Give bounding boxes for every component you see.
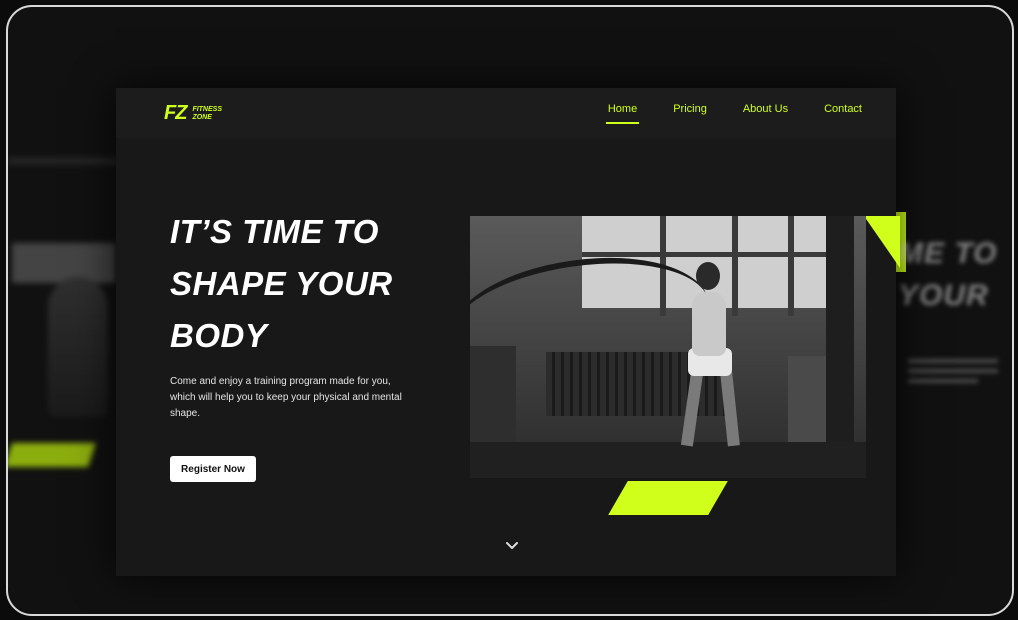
hero-description: Come and enjoy a training program made f… [170,376,402,419]
nav-item-contact[interactable]: Contact [824,103,862,115]
background-blurred-left [8,157,128,517]
background-headline-line1: ME TO [898,237,998,270]
nav-menu: Home Pricing About Us Contact [605,103,862,124]
brand-logo[interactable]: FZ FITNESS ZONE [164,102,222,125]
hero-headline: IT’S TIME TO SHAPE YOUR BODY [170,206,430,362]
logo-name-line2: ZONE [192,113,212,121]
nav-item-home[interactable]: Home [605,103,640,124]
landing-page-card: FZ FITNESS ZONE Home Pricing About Us Co… [116,88,900,576]
hero-headline-line2: SHAPE YOUR [170,265,393,302]
background-blurred-right: ME TO YOUR [898,207,1012,407]
hero-headline-line1: IT’S TIME TO [170,213,379,250]
logo-text: FITNESS ZONE [192,106,222,122]
nav-item-about-us[interactable]: About Us [743,103,788,115]
top-navigation: FZ FITNESS ZONE Home Pricing About Us Co… [116,88,896,138]
nav-item-pricing[interactable]: Pricing [673,103,707,115]
accent-shape-bottom [608,481,728,515]
background-headline-line2: YOUR [898,279,989,312]
hero-headline-line3: BODY [170,317,268,354]
register-now-button[interactable]: Register Now [170,456,256,482]
accent-shape-top [864,216,900,268]
chevron-down-icon[interactable] [505,540,519,552]
device-frame: ME TO YOUR FZ FITNESS ZONE Home Pricing … [6,5,1014,616]
logo-mark: FZ [164,102,187,124]
hero-photo [470,216,866,478]
logo-name-line1: FITNESS [192,105,222,113]
